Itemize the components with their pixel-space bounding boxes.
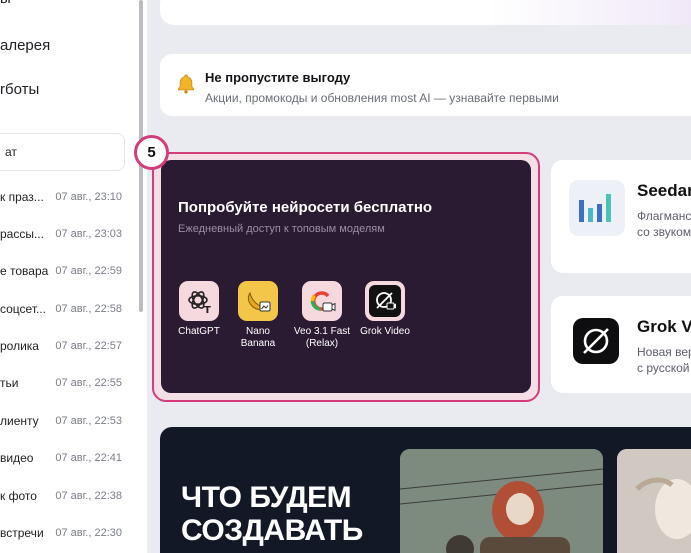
model-card-grok[interactable]: Grok Vi Новая вер с русской: [551, 296, 691, 393]
model-veo[interactable]: Veo 3.1 Fast (Relax): [287, 281, 357, 350]
promo-notice[interactable]: Не пропустите выгоду Акции, промокоды и …: [160, 54, 691, 116]
chat-title: тьи: [0, 376, 19, 390]
model-label: Grok Video: [360, 326, 410, 337]
step-badge: 5: [134, 135, 169, 170]
notice-title: Не пропустите выгоду: [205, 70, 351, 85]
google-icon: [302, 281, 342, 321]
free-models-card[interactable]: Попробуйте нейросети бесплатно Ежедневны…: [161, 160, 531, 393]
chat-time: 07 авг., 22:55: [55, 377, 122, 389]
chat-time: 07 авг., 22:38: [55, 490, 122, 502]
chat-search-value: ат: [5, 145, 17, 159]
banner-image-robot[interactable]: [400, 449, 603, 553]
chat-list-item[interactable]: рассы... 07 авг., 23:03: [0, 227, 138, 247]
model-label: Nano Banana: [240, 326, 276, 349]
chat-title: ролика: [0, 339, 39, 353]
chat-title: е товара: [0, 264, 49, 278]
create-banner[interactable]: ЧТО БУДЕМ СОЗДАВАТЬ: [160, 427, 691, 553]
chat-list-item[interactable]: встречи 07 авг., 22:30: [0, 526, 138, 546]
model-card-desc: со звуком: [637, 225, 691, 239]
promo-subtitle: Ежедневный доступ к топовым моделям: [178, 223, 385, 235]
model-card-desc: Новая вер: [637, 345, 691, 359]
chat-list-item[interactable]: к фото 07 авг., 22:38: [0, 489, 138, 509]
chat-list-item[interactable]: е товара 07 авг., 22:59: [0, 264, 138, 284]
chat-title: рассы...: [0, 227, 44, 241]
sidebar: ы алерея rботы ат к праз... 07 авг., 23:…: [0, 0, 147, 553]
chat-time: 07 авг., 23:10: [55, 191, 122, 203]
sidebar-nav-works[interactable]: rботы: [0, 81, 39, 98]
chat-list-item[interactable]: тьи 07 авг., 22:55: [0, 376, 138, 396]
seedance-icon: [569, 180, 625, 236]
chat-list-item[interactable]: лиенту 07 авг., 22:53: [0, 414, 138, 434]
promo-title: Попробуйте нейросети бесплатно: [178, 199, 433, 216]
model-card-title: Grok Vi: [637, 317, 691, 336]
svg-text:T: T: [204, 305, 211, 315]
banner-title-line: СОЗДАВАТЬ: [181, 514, 363, 547]
banner-title-line: ЧТО БУДЕМ: [181, 481, 352, 514]
banner-title: ЧТО БУДЕМ СОЗДАВАТЬ: [181, 481, 363, 547]
chat-title: лиенту: [0, 414, 39, 428]
chat-title: встречи: [0, 526, 44, 540]
model-card-seedance[interactable]: Seedar Флагманс со звуком: [551, 160, 691, 273]
chat-title: видео: [0, 451, 34, 465]
model-card-desc: Флагманс: [637, 209, 691, 223]
chat-time: 07 авг., 22:57: [55, 340, 122, 352]
grok-icon: [365, 281, 405, 321]
chat-list-item[interactable]: ролика 07 авг., 22:57: [0, 339, 138, 359]
chat-time: 07 авг., 23:03: [55, 228, 122, 240]
sidebar-nav-gallery[interactable]: алерея: [0, 37, 50, 54]
sidebar-nav-item[interactable]: ы: [0, 0, 11, 7]
model-card-desc: с русской: [637, 361, 690, 375]
grok-logo-icon: [573, 318, 619, 364]
top-card[interactable]: [160, 0, 691, 25]
model-card-title: Seedar: [637, 181, 691, 200]
chat-time: 07 авг., 22:53: [55, 415, 122, 427]
chat-list-item[interactable]: видео 07 авг., 22:41: [0, 451, 138, 471]
chat-title: к фото: [0, 489, 37, 503]
chat-time: 07 авг., 22:30: [55, 527, 122, 539]
chat-title: к праз...: [0, 190, 44, 204]
model-nano-banana[interactable]: Nano Banana: [223, 281, 293, 350]
chat-time: 07 авг., 22:41: [55, 452, 122, 464]
chat-list-item[interactable]: соцсет... 07 авг., 22:58: [0, 302, 138, 322]
chatgpt-icon: T: [179, 281, 219, 321]
chat-time: 07 авг., 22:59: [55, 265, 122, 277]
chat-search-input[interactable]: ат: [0, 133, 125, 171]
banner-image-person[interactable]: [617, 449, 691, 553]
model-label: Veo 3.1 Fast (Relax): [293, 326, 351, 349]
banana-icon: [238, 281, 278, 321]
notice-subtitle: Акции, промокоды и обновления most AI — …: [205, 91, 559, 105]
chat-time: 07 авг., 22:58: [55, 303, 122, 315]
chat-list-item[interactable]: к праз... 07 авг., 23:10: [0, 190, 138, 210]
chat-title: соцсет...: [0, 302, 46, 316]
model-grok-video[interactable]: Grok Video: [350, 281, 420, 338]
bell-icon: [177, 74, 195, 94]
